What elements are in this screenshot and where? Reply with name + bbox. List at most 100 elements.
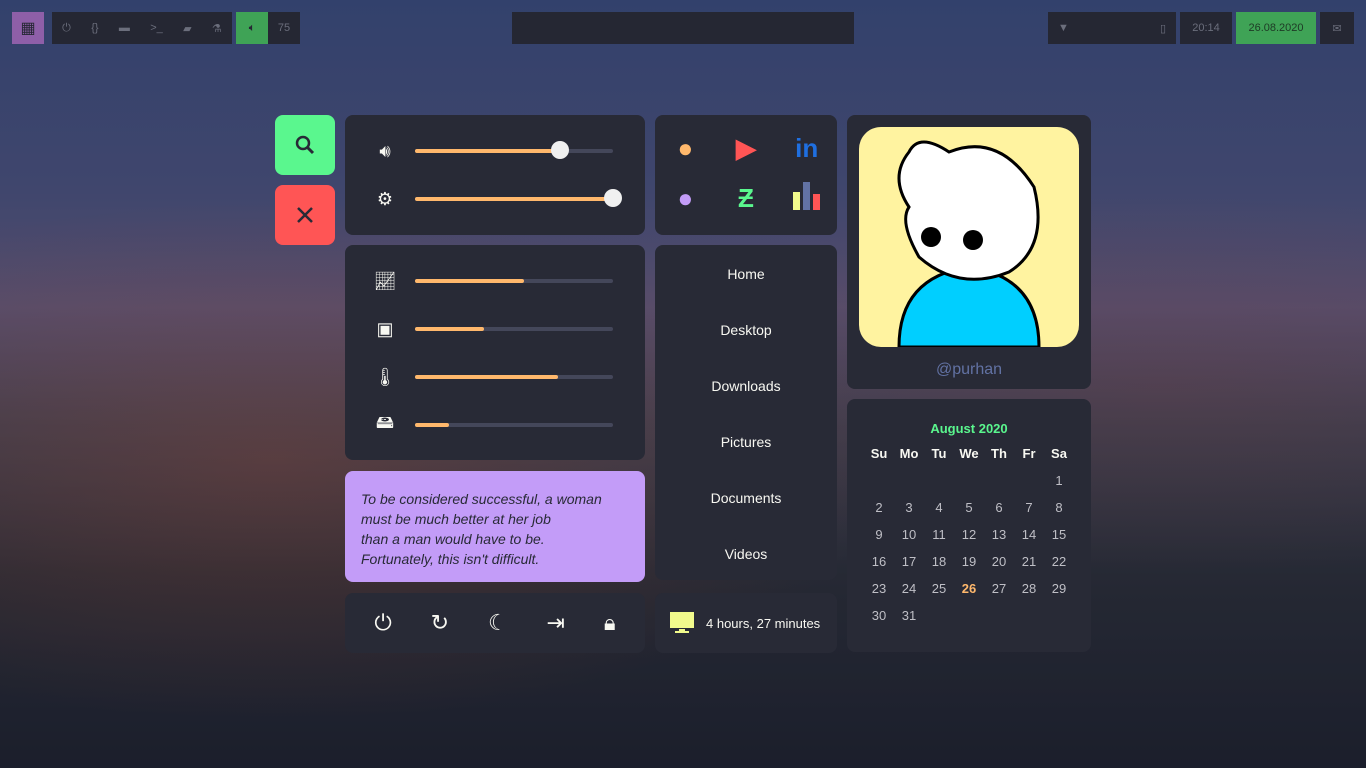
calendar-day[interactable]: 19 [954, 548, 984, 575]
battery-icon[interactable]: ▯ [1160, 12, 1166, 44]
search-icon [295, 135, 315, 155]
volume-icon: 🔊︎ [379, 140, 391, 161]
cpu-bar [415, 327, 613, 331]
calendar-day[interactable]: 25 [924, 575, 954, 602]
calendar-blank [1014, 467, 1044, 494]
chat-icon[interactable]: ▰ [183, 12, 191, 44]
calendar-day[interactable]: 10 [894, 521, 924, 548]
calendar-day[interactable]: 24 [894, 575, 924, 602]
quote-line: must be much better at her job [361, 511, 551, 527]
power-icon[interactable]: ⏻ [62, 12, 71, 44]
launcher-bar: ⏻ {} ▬ >_ ▰ ⚗ [52, 12, 232, 44]
calendar-day[interactable]: 18 [924, 548, 954, 575]
folder-videos[interactable]: Videos [655, 526, 837, 582]
folder-icon[interactable]: ▬ [119, 12, 130, 44]
calendar-day[interactable]: 23 [864, 575, 894, 602]
calendar-day[interactable]: 6 [984, 494, 1014, 521]
layout-button[interactable]: ▦ [12, 12, 44, 44]
reddit-icon[interactable]: ● [677, 133, 693, 164]
folder-pictures[interactable]: Pictures [655, 414, 837, 470]
flask-icon[interactable]: ⚗ [212, 12, 222, 44]
search-button[interactable] [275, 115, 335, 175]
restart-button[interactable]: ↻ [431, 610, 449, 636]
stats-panel: 📈︎ ▣ 🌡︎ 🖴︎ [345, 245, 645, 460]
calendar-day[interactable]: 7 [1014, 494, 1044, 521]
calendar-day[interactable]: 11 [924, 521, 954, 548]
power-button[interactable]: ⏻ [374, 610, 391, 636]
calendar-day[interactable]: 31 [894, 602, 924, 629]
calendar-day[interactable]: 16 [864, 548, 894, 575]
volume-slider[interactable] [415, 141, 613, 159]
disk-bar [415, 423, 613, 427]
calendar-day[interactable]: 27 [984, 575, 1014, 602]
temperature-bar [415, 375, 613, 379]
quote-card: To be considered successful, a woman mus… [345, 471, 645, 582]
deviantart-icon[interactable]: Ƶ [738, 183, 754, 214]
wifi-icon[interactable]: ▼ [1058, 12, 1069, 44]
stats-icon[interactable] [792, 180, 822, 217]
clock: 20:14 [1180, 12, 1232, 44]
calendar-day[interactable]: 28 [1014, 575, 1044, 602]
date: 26.08.2020 [1236, 12, 1316, 44]
close-icon [297, 207, 313, 223]
calendar-day[interactable]: 12 [954, 521, 984, 548]
github-icon[interactable]: ● [677, 183, 693, 214]
lock-button[interactable]: 🔒︎ [604, 610, 616, 636]
calendar-panel: August 2020 Su Mo Tu We Th Fr Sa 1 2 3 4 5 6 7 8 9 10 11 1… [847, 399, 1091, 652]
calendar-day[interactable]: 20 [984, 548, 1014, 575]
uptime-text: 4 hours, 27 minutes [706, 615, 821, 631]
mail-icon: ✉ [1332, 22, 1342, 35]
calendar-day[interactable]: 15 [1044, 521, 1074, 548]
linkedin-icon[interactable]: in [795, 133, 818, 164]
calendar-blank [894, 467, 924, 494]
terminal-icon[interactable]: >_ [150, 12, 163, 44]
chart-icon: 📈︎ [373, 270, 397, 291]
thermometer-icon: 🌡︎ [373, 366, 397, 387]
weekday-header: Mo [899, 446, 919, 461]
calendar-day[interactable]: 2 [864, 494, 894, 521]
grid-icon: ▦ [20, 20, 36, 37]
quote-line: than a man would have to be. [361, 531, 545, 547]
calendar-title: August 2020 [930, 421, 1008, 436]
folder-home[interactable]: Home [655, 246, 837, 302]
calendar-today[interactable]: 26 [954, 575, 984, 602]
calendar-blank [954, 467, 984, 494]
calendar-blank [864, 467, 894, 494]
calendar-day[interactable]: 29 [1044, 575, 1074, 602]
calendar-day[interactable]: 13 [984, 521, 1014, 548]
weekday-header: Fr [1022, 446, 1036, 461]
monitor-icon [670, 612, 694, 633]
youtube-icon[interactable]: ▶ [736, 133, 756, 164]
weekday-header: Tu [931, 446, 947, 461]
volume-value: 75 [277, 22, 291, 34]
brightness-slider[interactable] [415, 189, 622, 207]
calendar-day[interactable]: 30 [864, 602, 894, 629]
calendar-grid: Su Mo Tu We Th Fr Sa 1 2 3 4 5 6 7 8 9 10 11 12 13 14 15 16 17 1… [847, 440, 1091, 629]
close-button[interactable] [275, 185, 335, 245]
profile-panel: @purhan [847, 115, 1091, 389]
power-panel: ⏻ ↻ ☾ ⇥ 🔒︎ [345, 593, 645, 653]
calendar-day[interactable]: 3 [894, 494, 924, 521]
calendar-day[interactable]: 21 [1014, 548, 1044, 575]
braces-icon[interactable]: {} [91, 12, 98, 44]
calendar-day[interactable]: 9 [864, 521, 894, 548]
calendar-day[interactable]: 5 [954, 494, 984, 521]
calendar-day[interactable]: 4 [924, 494, 954, 521]
calendar-day[interactable]: 8 [1044, 494, 1074, 521]
disk-icon: 🖴︎ [375, 412, 395, 432]
calendar-day[interactable]: 14 [1014, 521, 1044, 548]
folder-documents[interactable]: Documents [655, 470, 837, 526]
username: @purhan [935, 361, 1003, 378]
weekday-header: Su [870, 446, 888, 461]
folder-desktop[interactable]: Desktop [655, 302, 837, 358]
tray: ▼ ▯ [1048, 12, 1176, 44]
logout-button[interactable]: ⇥ [547, 610, 565, 636]
volume-widget[interactable]: 🔈︎ 75 [236, 12, 300, 44]
calendar-day[interactable]: 22 [1044, 548, 1074, 575]
folder-downloads[interactable]: Downloads [655, 358, 837, 414]
notification-button[interactable]: ✉ [1320, 12, 1354, 44]
calendar-day[interactable]: 1 [1044, 467, 1074, 494]
calendar-day[interactable]: 17 [894, 548, 924, 575]
taskbar [512, 12, 854, 44]
sleep-button[interactable]: ☾ [488, 610, 508, 636]
